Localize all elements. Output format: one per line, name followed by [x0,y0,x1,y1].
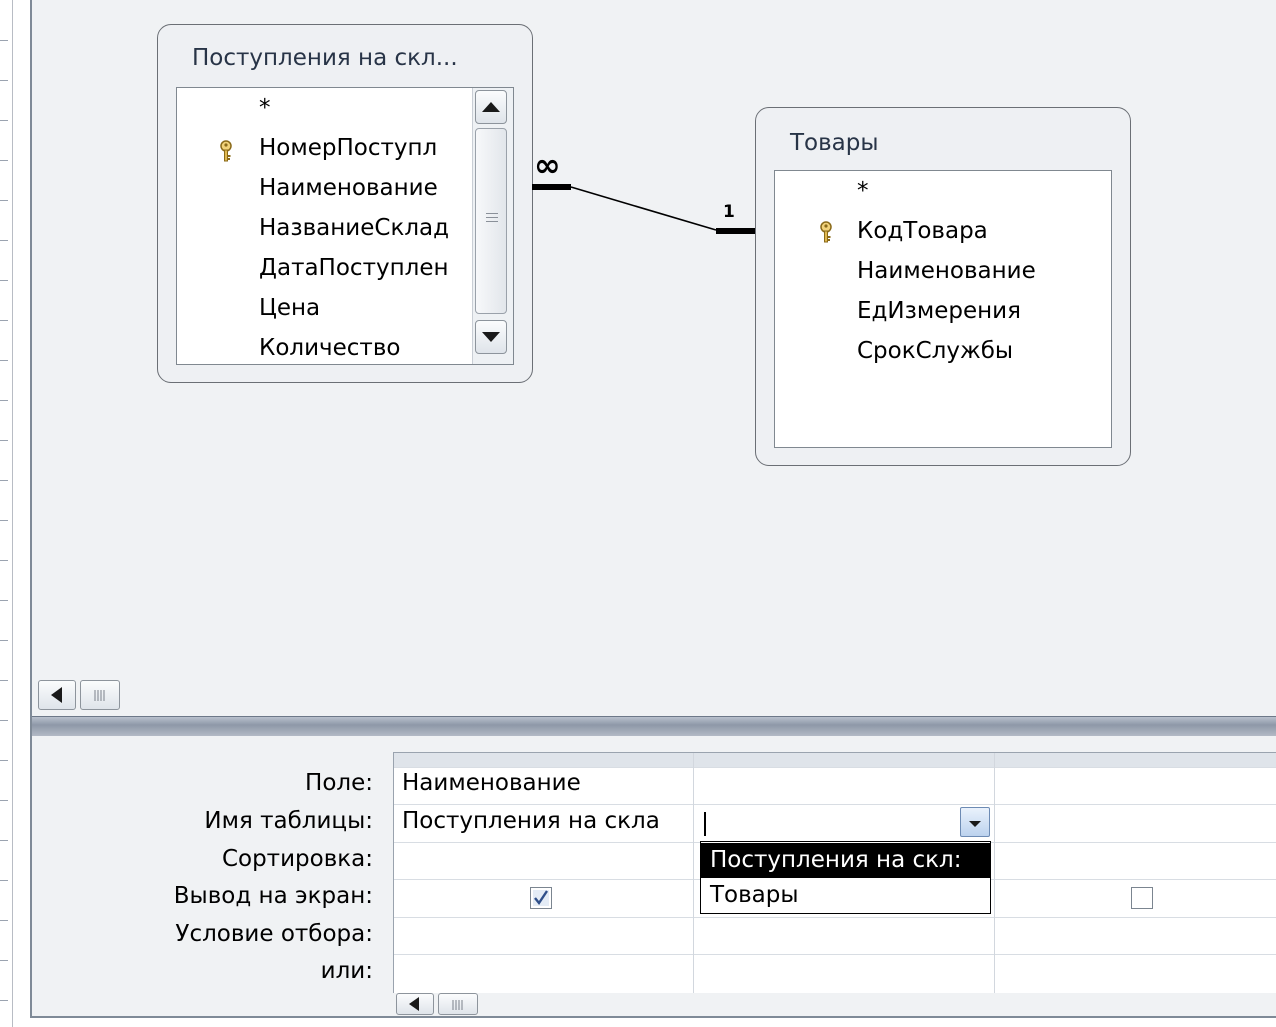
scroll-thumb[interactable] [80,680,120,710]
primary-key-icon [219,140,233,162]
table-box-postupleniya[interactable]: Поступления на скл... * НомерПоступл Наи… [157,24,533,383]
scroll-thumb[interactable] [475,128,507,314]
ruler-tick [0,760,8,761]
horizontal-scrollbar[interactable] [38,680,1276,710]
row-label-show: Вывод на экран: [173,883,373,909]
field-item[interactable]: Цена [259,288,320,328]
ruler-tick [0,560,8,561]
primary-key-icon [819,221,833,243]
chevron-down-icon[interactable] [960,807,990,837]
field-item[interactable]: ДатаПоступлен [259,248,449,288]
grid-line [394,917,1276,918]
scroll-left-arrow-icon[interactable] [38,680,76,710]
ruler-tick [0,160,8,161]
ruler-tick [0,1000,8,1001]
thumb-grip [486,221,498,222]
ruler-tick [0,840,8,841]
table-box-tovary[interactable]: Товары * КодТовара Наименование ЕдИзмере… [755,107,1131,466]
row-label-field: Поле: [305,770,373,796]
ruler-tick [0,40,8,41]
field-item[interactable]: СрокСлужбы [857,331,1013,371]
grid-line [394,767,1276,768]
field-item[interactable]: ЕдИзмерения [857,291,1021,331]
ruler-tick [0,120,8,121]
ruler-tick [0,400,8,401]
table-name-combo[interactable] [700,806,990,840]
vertical-scrollbar[interactable] [472,88,513,364]
column-selector-bar[interactable] [394,753,1276,767]
ruler-line [12,0,13,1027]
table-name-dropdown[interactable]: Поступления на скл: Товары [700,841,991,914]
ruler-tick [0,880,8,881]
many-side-label: ∞ [534,146,561,184]
field-item[interactable]: НомерПоступл [259,128,437,168]
thumb-grip [486,213,498,214]
grid-line [394,954,1276,955]
grid-line [693,753,694,993]
ruler-tick [0,520,8,521]
ruler-tick [0,600,8,601]
ruler-tick [0,320,8,321]
field-item[interactable]: Количество [259,328,400,364]
ruler-tick [0,360,8,361]
scroll-thumb[interactable] [438,993,478,1015]
row-label-criteria: Условие отбора: [175,921,373,947]
grid-cell-field[interactable]: Наименование [402,770,692,796]
dropdown-option[interactable]: Поступления на скл: [701,843,990,878]
field-item[interactable]: Наименование [259,168,438,208]
field-item[interactable]: НазваниеСклад [259,208,449,248]
field-list[interactable]: * КодТовара Наименование ЕдИзмерения Сро… [774,170,1112,448]
ruler-tick [0,960,8,961]
row-label-table: Имя таблицы: [204,808,373,834]
grid-cell-table[interactable]: Поступления на скла [402,808,692,834]
ruler-tick [0,920,8,921]
dropdown-option[interactable]: Товары [701,878,990,913]
one-side-label: 1 [723,202,735,222]
field-list[interactable]: * НомерПоступл Наименование НазваниеСкла… [176,87,514,365]
ruler-tick [0,240,8,241]
scroll-up-arrow-icon[interactable] [475,90,507,124]
show-checkbox[interactable] [1131,887,1153,909]
thumb-grip [486,217,498,218]
text-caret [704,812,706,836]
table-title: Товары [790,130,879,156]
show-checkbox[interactable] [530,887,552,909]
field-item[interactable]: * [259,88,271,128]
ruler-tick [0,440,8,441]
ruler-tick [0,280,8,281]
field-item[interactable]: КодТовара [857,211,988,251]
pane-splitter[interactable] [32,716,1276,737]
grid-line [994,753,995,993]
field-item[interactable]: * [857,171,869,211]
ruler-tick [0,200,8,201]
ruler-tick [0,640,8,641]
ruler-tick [0,80,8,81]
ruler-tick [0,480,8,481]
ruler-tick [0,720,8,721]
ruler-tick [0,680,8,681]
grid-horizontal-scrollbar[interactable] [396,993,1276,1023]
scroll-left-arrow-icon[interactable] [396,993,434,1015]
vertical-ruler [0,0,14,1027]
scroll-down-arrow-icon[interactable] [475,320,507,354]
field-item[interactable]: Наименование [857,251,1036,291]
grid-line [394,804,1276,805]
table-title: Поступления на скл... [192,45,458,71]
row-label-or: или: [320,958,373,984]
ruler-tick [0,800,8,801]
row-label-sort: Сортировка: [221,846,373,872]
